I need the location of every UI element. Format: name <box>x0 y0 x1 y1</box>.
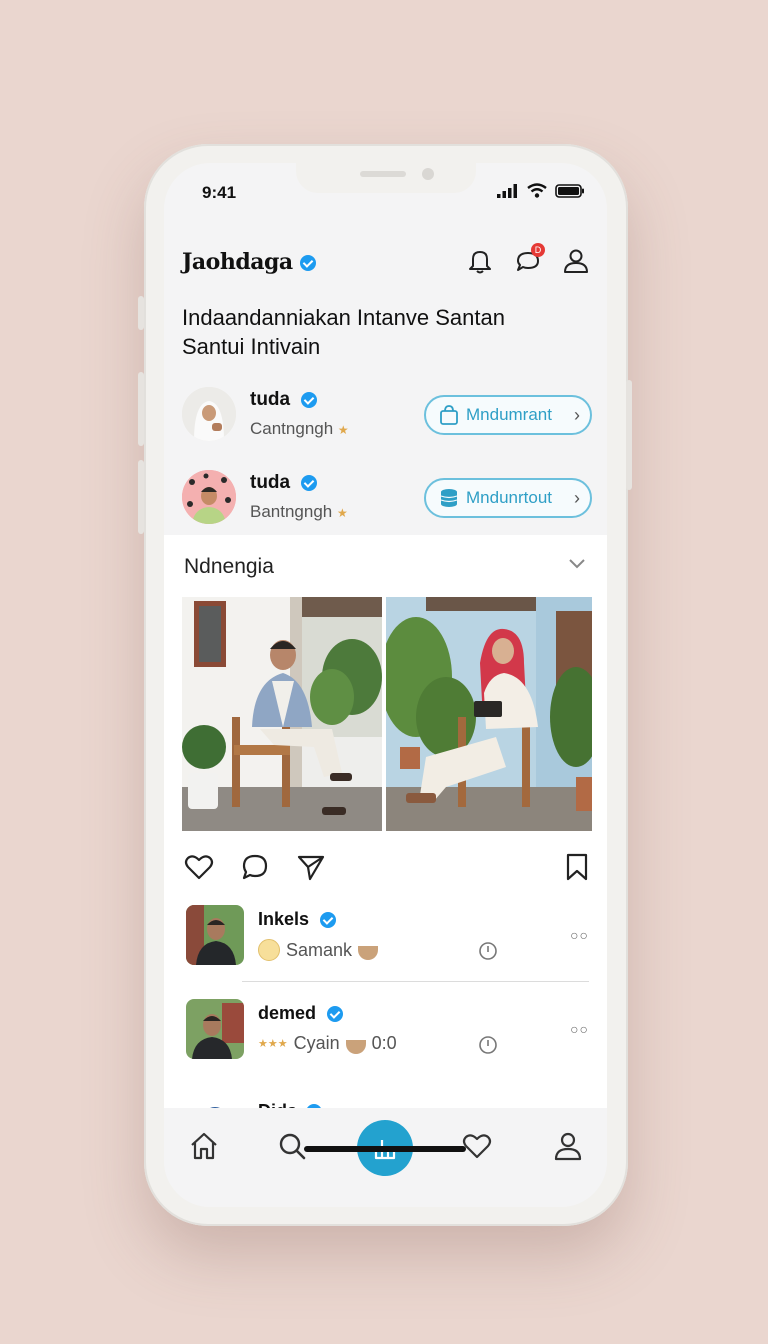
database-icon <box>440 489 458 507</box>
more-options-icon[interactable]: ○○ <box>570 927 589 943</box>
header-actions: D <box>467 243 589 280</box>
comment-author: Inkels <box>258 909 337 930</box>
notch <box>296 163 476 193</box>
comment-author-name: demed <box>258 1003 317 1023</box>
comment-author: demed <box>258 1003 344 1024</box>
home-indicator[interactable] <box>304 1146 466 1152</box>
brand-title: Jaohdaga <box>182 249 316 275</box>
front-camera <box>422 168 434 180</box>
chevron-right-icon: › <box>574 404 580 425</box>
like-heart-icon[interactable] <box>184 853 214 881</box>
suggestion-action-label: Mndunrtout <box>466 488 552 507</box>
wifi-icon <box>527 183 547 198</box>
suggestion-action-label: Mndumrant <box>466 405 552 424</box>
emoji-face-icon <box>258 939 280 961</box>
share-send-icon[interactable] <box>296 853 326 881</box>
avatar[interactable] <box>186 999 244 1059</box>
star-icon: ★ <box>337 423 349 437</box>
heart-icon <box>462 1134 492 1159</box>
suggestion-subtitle: Bantngngh ★ <box>250 502 348 522</box>
post-photo[interactable] <box>386 597 592 831</box>
status-icons <box>497 183 585 198</box>
suggestion-action-button[interactable]: Mndumrant › <box>424 395 592 435</box>
food-emoji-icon <box>358 946 379 960</box>
suggestion-name-text: tuda <box>250 472 291 493</box>
suggestion-row: tuda Bantngngh ★ Mndunrtout › <box>182 468 592 528</box>
chevron-right-icon: › <box>574 487 580 508</box>
tab-home[interactable] <box>184 1126 224 1166</box>
verified-badge-icon <box>320 912 337 929</box>
tab-profile[interactable] <box>548 1126 588 1166</box>
chevron-down-icon[interactable] <box>567 557 587 571</box>
battery-icon <box>555 183 584 198</box>
divider <box>242 981 589 982</box>
comment-body: ★★★ Cyain 0:0 <box>258 1033 397 1054</box>
shopping-bag-icon <box>440 405 458 425</box>
clock-icon <box>479 1036 497 1054</box>
volume-down-button <box>138 460 144 534</box>
avatar[interactable] <box>182 387 236 441</box>
avatar[interactable] <box>182 470 236 524</box>
comment-item[interactable]: Inkels Samank ○○ <box>186 905 589 969</box>
notification-bell-icon[interactable] <box>467 247 493 275</box>
user-icon <box>554 1132 582 1161</box>
comment-body: Samank <box>258 939 379 961</box>
verified-badge-icon <box>299 255 316 271</box>
comment-text: Samank <box>286 939 353 960</box>
comment-icon[interactable] <box>240 853 270 881</box>
earpiece-speaker <box>360 171 406 177</box>
mute-switch <box>138 296 144 330</box>
verified-badge-icon <box>327 1006 344 1023</box>
comment-text: Cyain <box>293 1033 340 1053</box>
bookmark-icon[interactable] <box>565 853 589 881</box>
profile-icon[interactable] <box>563 247 589 275</box>
suggestion-row: tuda Cantngngh ★ Mndumrant › <box>182 385 592 445</box>
search-icon <box>279 1133 306 1160</box>
avatar-image <box>182 470 236 524</box>
suggestion-name: tuda <box>250 472 318 494</box>
post-photo[interactable] <box>182 597 382 831</box>
stars-icon: ★★★ <box>258 1038 288 1050</box>
cellular-signal-icon <box>497 183 517 198</box>
volume-up-button <box>138 372 144 446</box>
headline-line-1: Indaandanniakan Intanve Santan <box>182 305 505 330</box>
post-photo-image <box>182 597 382 831</box>
bottom-tab-bar <box>164 1108 607 1207</box>
feed-card: Ndnengia Inkels Samank ○○ demed ★★★ Cyai… <box>164 535 607 1135</box>
suggestion-subtitle: Cantngngh ★ <box>250 419 349 439</box>
post-actions <box>184 853 589 883</box>
headline-line-2: Santui Intivain <box>182 334 321 359</box>
comment-extra: 0:0 <box>371 1033 397 1053</box>
comment-item[interactable]: demed ★★★ Cyain 0:0 ○○ <box>186 999 589 1063</box>
home-icon <box>191 1132 217 1160</box>
suggestion-name-text: tuda <box>250 389 291 410</box>
message-count-badge: D <box>531 243 545 257</box>
clock-icon <box>479 942 497 960</box>
more-options-icon[interactable]: ○○ <box>570 1021 589 1037</box>
avatar-image <box>186 905 244 965</box>
app-header: Jaohdaga D <box>182 243 589 281</box>
avatar-image <box>182 387 236 441</box>
suggestion-subtitle-text: Bantngngh <box>250 502 333 521</box>
app-screen: 9:41 Jaohdaga D Indaandanniakan Intanve … <box>164 163 607 1207</box>
brand-name: Jaohdaga <box>182 249 293 275</box>
post-photo-image <box>386 597 592 831</box>
verified-badge-icon <box>301 474 318 491</box>
star-icon: ★ <box>336 506 348 520</box>
avatar-image <box>186 999 244 1059</box>
page-headline: Indaandanniakan Intanve Santan Santui In… <box>182 303 582 361</box>
comment-author-name: Inkels <box>258 909 310 929</box>
avatar[interactable] <box>186 905 244 965</box>
feed-title: Ndnengia <box>184 555 274 578</box>
verified-badge-icon <box>301 391 318 408</box>
suggestion-name: tuda <box>250 389 318 411</box>
status-time: 9:41 <box>202 183 237 202</box>
messages-button[interactable]: D <box>515 243 545 280</box>
suggestion-action-button[interactable]: Mndunrtout › <box>424 478 592 518</box>
food-emoji-icon <box>345 1039 366 1054</box>
power-button <box>626 380 632 490</box>
suggestion-subtitle-text: Cantngngh <box>250 419 334 438</box>
